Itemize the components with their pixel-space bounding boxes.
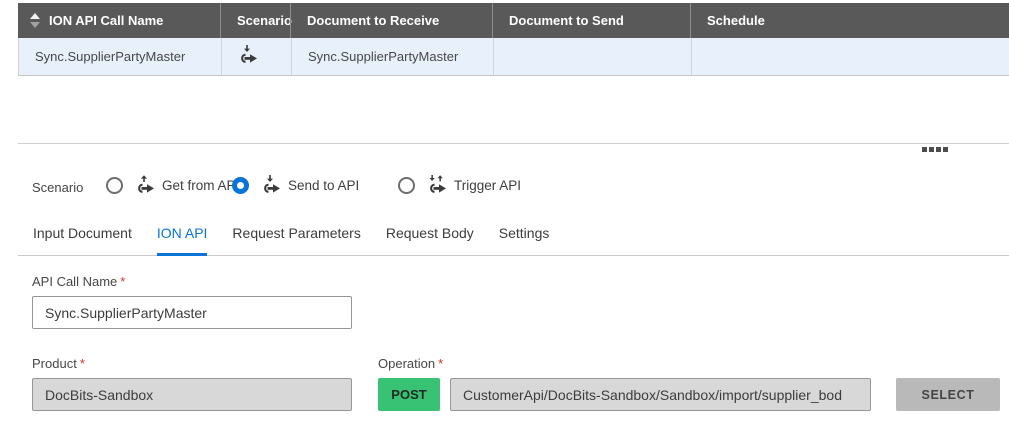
column-header-document-to-receive[interactable]: Document to Receive: [290, 3, 492, 38]
send-to-api-icon: [238, 45, 258, 68]
tab-input-document[interactable]: Input Document: [33, 223, 132, 256]
cell-scenario: [221, 38, 291, 75]
scenario-group-label: Scenario: [32, 180, 83, 195]
column-header-schedule[interactable]: Schedule: [690, 3, 1009, 38]
operation-input[interactable]: [450, 378, 871, 411]
http-method-badge: POST: [378, 378, 440, 411]
table-row[interactable]: Sync.SupplierPartyMaster Sync.SupplierPa…: [18, 38, 1009, 76]
tab-ion-api[interactable]: ION API: [157, 223, 208, 256]
cell-document-to-send: [493, 38, 691, 75]
column-header-document-to-send[interactable]: Document to Send: [492, 3, 690, 38]
cell-schedule: [691, 38, 1009, 75]
required-asterisk: *: [80, 356, 85, 371]
sort-icon[interactable]: [30, 13, 40, 28]
select-button[interactable]: SELECT: [896, 378, 1000, 411]
radio-get-from-api[interactable]: Get from API: [106, 175, 239, 195]
required-asterisk: *: [120, 274, 125, 289]
trigger-api-icon: [427, 175, 447, 195]
tab-request-body[interactable]: Request Body: [386, 223, 474, 256]
tab-bar: Input Document ION API Request Parameter…: [33, 223, 549, 256]
product-input[interactable]: [32, 378, 352, 411]
table-header-row: ION API Call Name Scenario Document to R…: [18, 3, 1009, 38]
get-from-api-icon: [135, 175, 155, 195]
cell-api-call-name: Sync.SupplierPartyMaster: [19, 38, 221, 75]
api-call-name-input[interactable]: [32, 296, 352, 329]
column-header-label: ION API Call Name: [49, 13, 163, 28]
send-to-api-icon: [261, 175, 281, 195]
radio-circle-selected[interactable]: [232, 177, 249, 194]
panel-divider: [18, 143, 1009, 144]
product-label: Product*: [32, 356, 85, 371]
radio-circle[interactable]: [106, 177, 123, 194]
column-header-scenario[interactable]: Scenario: [220, 3, 290, 38]
cell-document-to-receive: Sync.SupplierPartyMaster: [291, 38, 493, 75]
radio-send-to-api[interactable]: Send to API: [232, 175, 359, 195]
api-call-name-label: API Call Name*: [32, 274, 125, 289]
radio-label: Trigger API: [454, 178, 521, 193]
operation-label: Operation*: [378, 356, 443, 371]
radio-circle[interactable]: [398, 177, 415, 194]
radio-label: Get from API: [162, 178, 239, 193]
tab-settings[interactable]: Settings: [499, 223, 550, 256]
radio-label: Send to API: [288, 178, 359, 193]
column-header-api-call-name[interactable]: ION API Call Name: [18, 3, 220, 38]
api-calls-table: ION API Call Name Scenario Document to R…: [18, 3, 1009, 76]
tab-request-parameters[interactable]: Request Parameters: [232, 223, 360, 256]
required-asterisk: *: [438, 356, 443, 371]
ion-api-config-screen: ION API Call Name Scenario Document to R…: [0, 0, 1009, 424]
splitter-handle[interactable]: [922, 147, 948, 152]
radio-trigger-api[interactable]: Trigger API: [398, 175, 521, 195]
